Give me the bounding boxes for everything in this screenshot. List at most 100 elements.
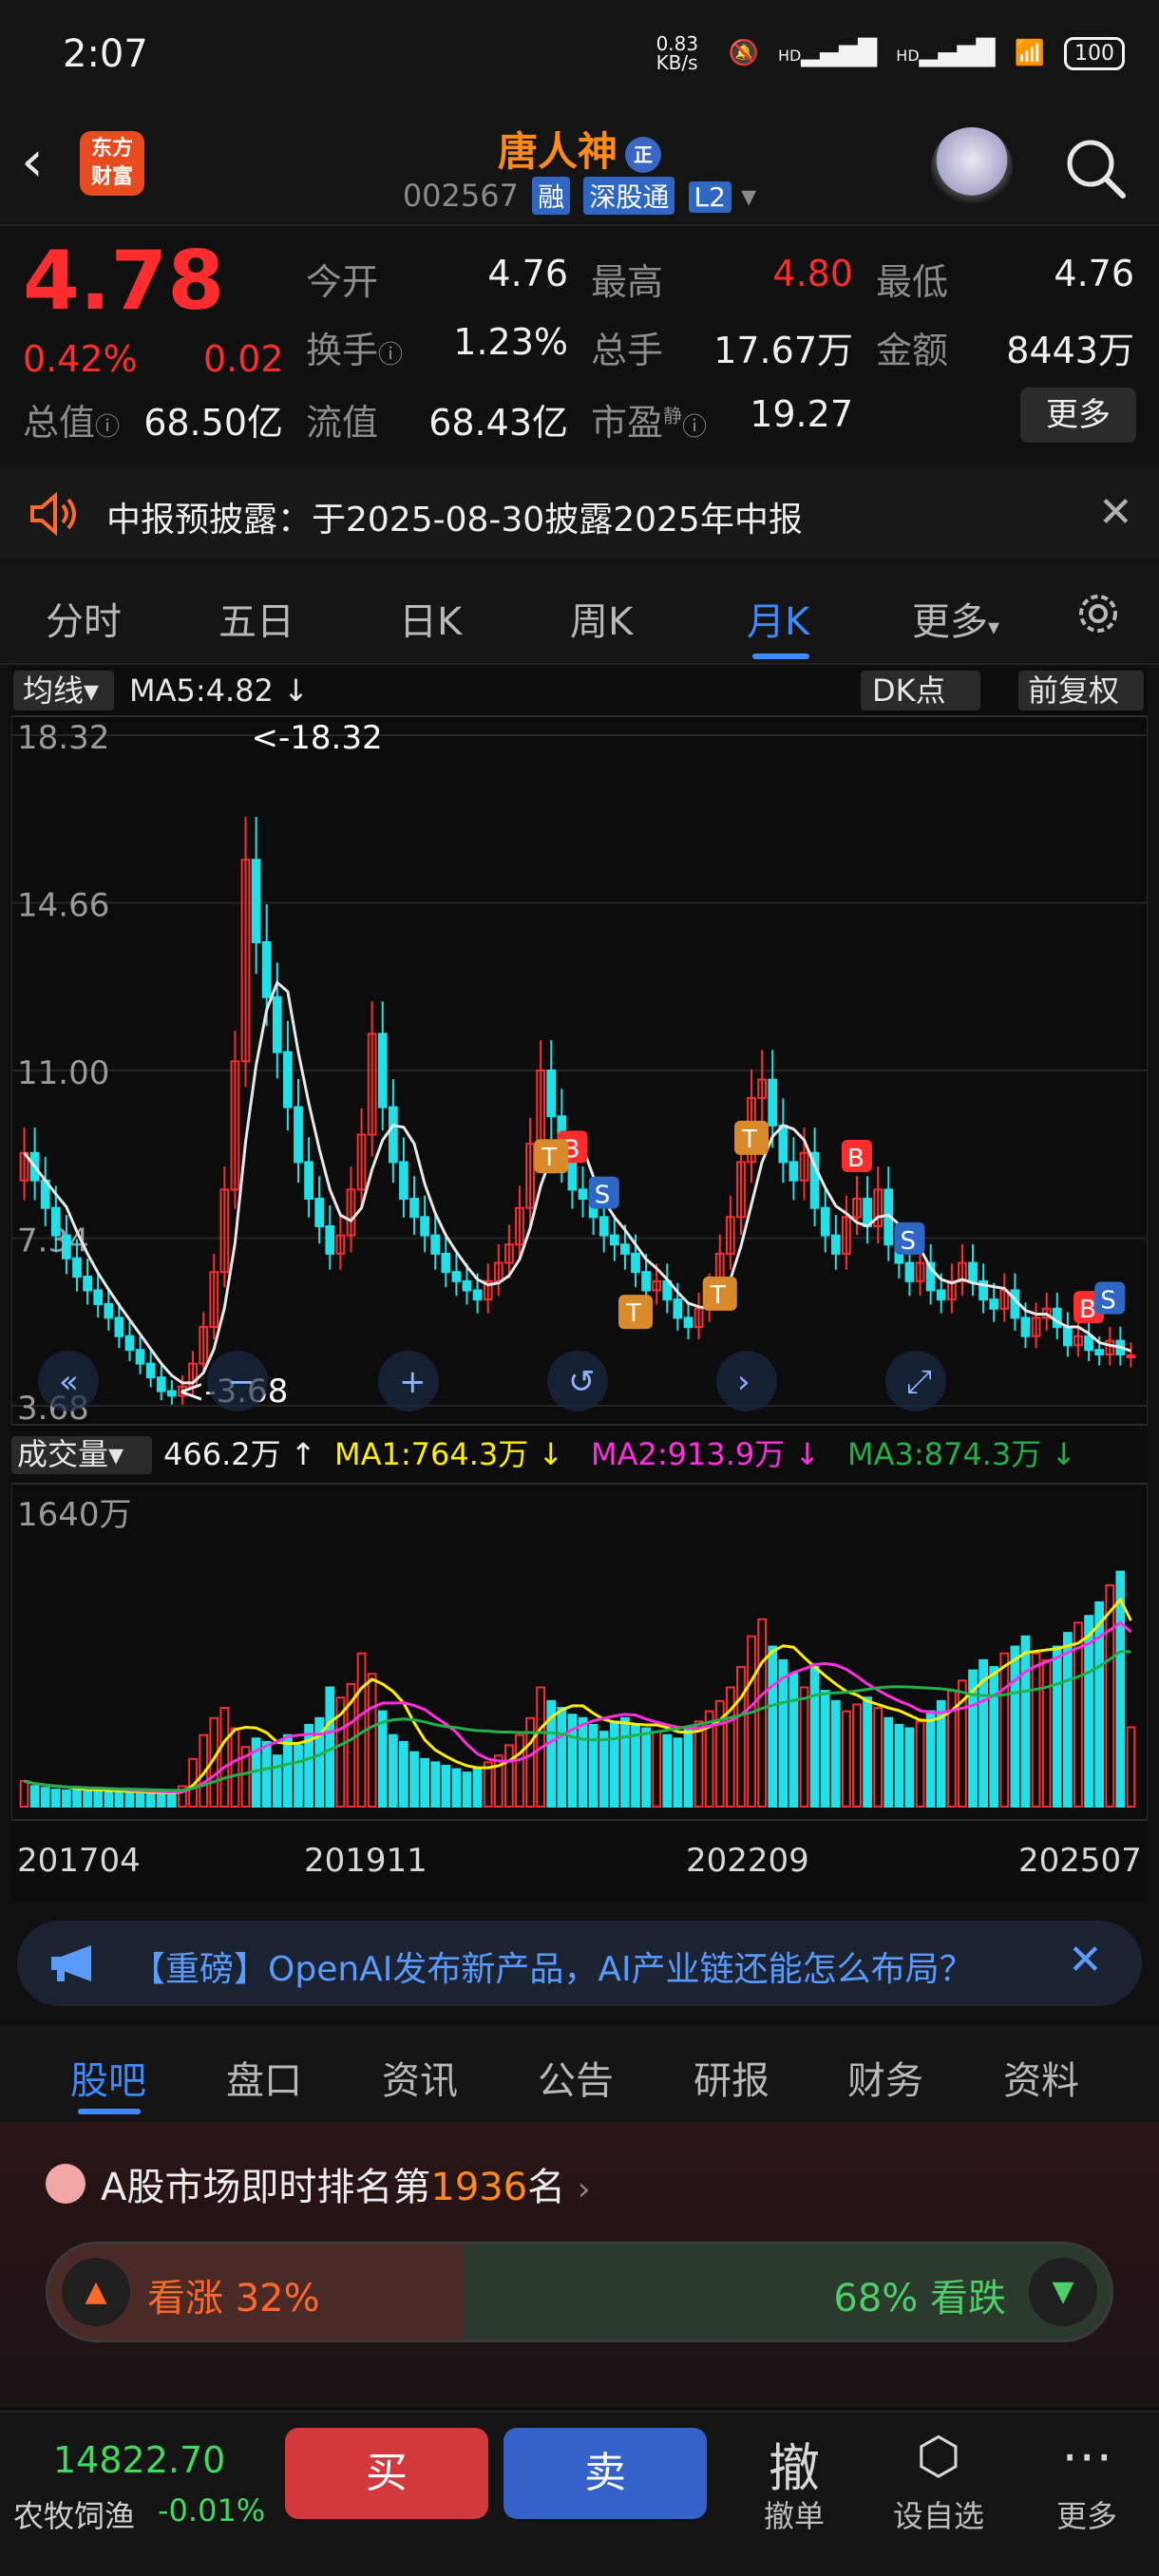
status-icons: 0.83 KB/s 🔕 HD▂▄▆█ HD▂▄▆█ 📶 100 <box>656 34 1125 72</box>
signal-marker-label: B <box>847 1145 864 1173</box>
volume-bar <box>40 1787 50 1809</box>
buy-button[interactable]: 买 <box>285 2428 488 2519</box>
ranking-section: A股市场即时排名第1936名 › ▲ 看涨 32% 68% 看跌 ▼ <box>0 2122 1159 2407</box>
volume-bar <box>93 1789 104 1808</box>
volume-bar <box>104 1790 114 1809</box>
volume-bar <box>788 1673 799 1809</box>
volume-current: 466.2万 ↑ <box>163 1436 316 1472</box>
volume-label: 总手 <box>591 330 664 371</box>
volume-bar <box>683 1727 694 1809</box>
candle-body <box>1094 1349 1105 1355</box>
promo-banner[interactable]: 【重磅】OpenAI发布新产品，AI产业链还能怎么布局？ ✕ <box>17 1921 1142 2006</box>
candle-body <box>462 1279 472 1292</box>
volume-bar <box>925 1710 936 1808</box>
bullish-label[interactable]: 看涨 32% <box>147 2267 320 2322</box>
info-icon[interactable]: ⓘ <box>682 413 707 442</box>
tab-finance[interactable]: 财务 <box>847 2050 923 2105</box>
dots-icon: ⋯ <box>1061 2426 1112 2486</box>
tab-intraday[interactable]: 分时 <box>46 591 122 646</box>
turnover-value: 1.23% <box>453 321 568 363</box>
tab-weekly-k[interactable]: 周K <box>570 591 633 646</box>
ranking-chart-icon <box>46 2164 86 2204</box>
x-tick-label: 202507 <box>1018 1842 1142 1880</box>
tab-forum[interactable]: 股吧 <box>70 2050 146 2105</box>
add-watchlist-button[interactable]: ⬡ 设自选 <box>882 2426 996 2536</box>
info-icon[interactable]: ⓘ <box>378 341 403 369</box>
volume-bar <box>588 1723 598 1808</box>
tab-research[interactable]: 研报 <box>694 2050 770 2105</box>
candle-body <box>673 1298 683 1319</box>
search-icon[interactable] <box>1062 135 1129 201</box>
volume-bar <box>409 1751 419 1809</box>
candle-body <box>166 1390 177 1397</box>
promo-text: 【重磅】OpenAI发布新产品，AI产业链还能怎么布局？ <box>131 1950 974 1989</box>
volume-bar <box>145 1791 156 1809</box>
candle-body <box>304 1161 314 1201</box>
turnover-label: 换手ⓘ <box>306 321 403 373</box>
tag-margin: 融 <box>532 177 571 215</box>
ranking-title[interactable]: A股市场即时排名第1936名 › <box>101 2156 591 2211</box>
tab-news[interactable]: 资讯 <box>382 2050 458 2105</box>
close-icon[interactable]: ✕ <box>1068 1936 1103 1984</box>
volume-bar <box>83 1790 92 1808</box>
signal2-label: HD <box>896 47 920 65</box>
pe-value: 19.27 <box>750 393 853 435</box>
chart-nav-glyph: ⤢ <box>906 1363 932 1401</box>
wifi-icon: 📶 <box>1014 39 1045 67</box>
cancel-order-button[interactable]: 撤 撤单 <box>737 2426 851 2536</box>
kline-chart[interactable]: 均线▾ MA5:4.82 ↓ DK点 前复权18.3214.6611.007.343.… <box>11 667 1148 1902</box>
low-value: 4.76 <box>1054 253 1134 294</box>
volume-bar <box>609 1720 619 1808</box>
toolbar-more-button[interactable]: ⋯ 更多 <box>1030 2426 1144 2536</box>
candle-body <box>124 1335 135 1352</box>
bearish-label[interactable]: 68% 看跌 <box>833 2267 1006 2322</box>
x-tick-label: 201911 <box>304 1842 428 1880</box>
volume-bar <box>830 1699 841 1808</box>
tab-five-day[interactable]: 五日 <box>218 591 294 646</box>
tab-orderbook[interactable]: 盘口 <box>226 2050 302 2105</box>
candle-body <box>261 940 272 998</box>
tab-daily-k[interactable]: 日K <box>399 591 462 646</box>
candle-body <box>1084 1335 1093 1352</box>
candle-body <box>156 1376 166 1392</box>
tab-monthly-k[interactable]: 月K <box>747 591 809 646</box>
more-quote-button[interactable]: 更多 <box>1020 388 1136 443</box>
candle-body <box>968 1261 978 1282</box>
status-time: 2:07 <box>63 32 148 76</box>
info-icon[interactable]: ⓘ <box>95 413 120 442</box>
volume-bar <box>472 1768 483 1809</box>
gear-icon[interactable] <box>1072 587 1125 640</box>
arrow-up-icon[interactable]: ▲ <box>62 2258 130 2326</box>
close-icon[interactable]: ✕ <box>1098 488 1133 537</box>
bottom-toolbar: 14822.70 农牧饲渔 -0.01% 买 卖 撤 撤单 ⬡ 设自选 ⋯ 更多 <box>0 2411 1159 2576</box>
sell-button[interactable]: 卖 <box>504 2428 707 2519</box>
signal-icon: HD▂▄▆█ <box>777 39 878 67</box>
candle-body <box>114 1316 124 1337</box>
total-value-label: 总值ⓘ <box>23 393 120 445</box>
tab-profile[interactable]: 资料 <box>1003 2050 1079 2105</box>
candle-body <box>294 1106 303 1164</box>
candle-body <box>72 1257 82 1279</box>
tab-more[interactable]: 更多▾ <box>912 591 999 646</box>
price-tick-label: 18.32 <box>17 719 109 757</box>
volume-bar <box>166 1793 177 1808</box>
signal-marker-label: T <box>710 1281 726 1310</box>
arrow-down-icon[interactable]: ▼ <box>1029 2258 1097 2326</box>
tab-announcements[interactable]: 公告 <box>538 2050 614 2105</box>
amount-value: 8443万 <box>1006 330 1134 371</box>
candle-body <box>598 1216 609 1237</box>
volume-selector-label: 成交量▾ <box>17 1436 124 1472</box>
candle-body <box>683 1316 694 1329</box>
volume-bar <box>441 1764 451 1808</box>
notice-bar[interactable]: 中报预披露：于2025-08-30披露2025年中报 ✕ <box>0 465 1159 560</box>
sector-index-value[interactable]: 14822.70 <box>53 2439 225 2481</box>
turnover-label-text: 换手 <box>306 330 379 371</box>
ranking-suffix: 名 <box>527 2166 566 2209</box>
signal-marker-label: T <box>625 1299 641 1328</box>
assistant-robot-icon[interactable] <box>931 127 1013 209</box>
mute-icon: 🔕 <box>728 39 759 67</box>
megaphone-icon <box>51 1945 91 1981</box>
volume-bar <box>388 1733 398 1808</box>
toolbar-more-label: 更多 <box>1055 2498 1117 2534</box>
sector-name[interactable]: 农牧饲渔 <box>13 2492 135 2536</box>
